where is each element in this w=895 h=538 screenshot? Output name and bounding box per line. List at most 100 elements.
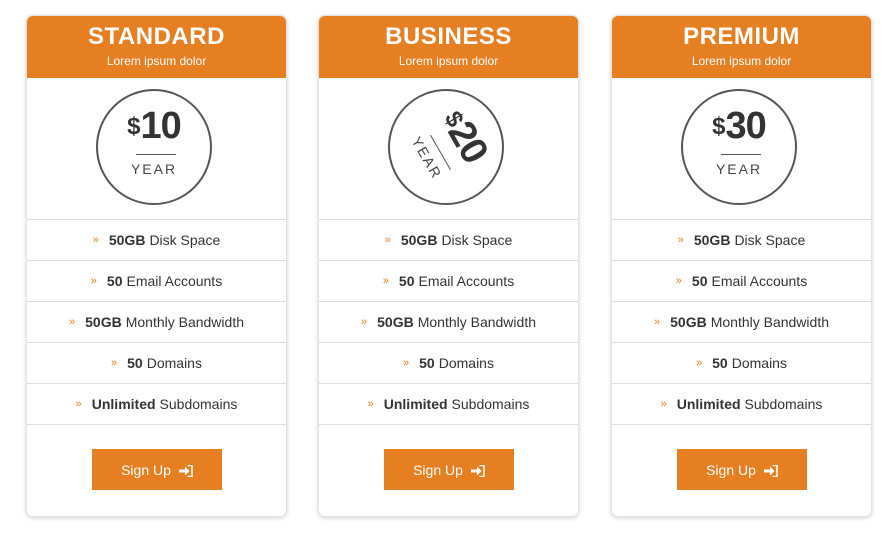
price-divider [721,154,761,155]
feature-item: » 50 Email Accounts [612,261,871,302]
sign-up-label: Sign Up [706,461,756,478]
feature-strong: 50 [106,273,123,289]
feature-text: Email Accounts [711,273,808,289]
feature-strong: 50GB [693,232,731,248]
sign-up-button[interactable]: Sign Up [677,449,807,490]
double-chevron-right-icon: » [367,398,374,410]
price-period: YEAR [130,161,178,177]
button-section: Sign Up [612,425,871,516]
double-chevron-right-icon: » [677,234,684,246]
feature-item: » 50GB Monthly Bandwidth [612,302,871,343]
button-section: Sign Up [27,425,286,516]
feature-item: » 50 Domains [612,343,871,384]
feature-item: » 50GB Disk Space [319,220,578,261]
double-chevron-right-icon: » [384,234,391,246]
feature-text: Domains [731,355,787,371]
feature-text: Email Accounts [418,273,515,289]
feature-strong: 50 [127,355,143,371]
sign-in-icon [763,464,778,477]
currency-symbol: $ [712,113,726,140]
double-chevron-right-icon: » [382,275,389,287]
feature-text: Subdomains [159,396,238,412]
double-chevron-right-icon: » [69,316,76,328]
plan-subtitle: Lorem ipsum dolor [398,54,499,68]
price-amount: $30 [683,105,795,148]
price-value: 30 [725,105,767,147]
price-section: $20 YEAR [319,78,578,220]
sign-up-label: Sign Up [413,461,463,478]
sign-in-icon [470,464,485,477]
feature-text: Monthly Bandwidth [417,314,536,330]
feature-strong: 50GB [400,232,438,248]
price-circle: $20 YEAR [388,89,504,205]
card-header: STANDARD Lorem ipsum dolor [27,16,286,78]
double-chevron-right-icon: » [75,398,82,410]
feature-strong: Unlimited [91,396,156,412]
double-chevron-right-icon: » [654,316,661,328]
double-chevron-right-icon: » [361,316,368,328]
feature-text: Monthly Bandwidth [125,314,244,330]
feature-text: Domains [146,355,202,371]
feature-item: » 50GB Disk Space [27,220,286,261]
feature-text: Disk Space [441,232,513,248]
feature-strong: 50GB [377,314,414,330]
feature-text: Disk Space [149,232,221,248]
feature-text: Subdomains [451,396,530,412]
plan-name: STANDARD [88,23,225,50]
feature-text: Subdomains [744,396,823,412]
pricing-card-business: BUSINESS Lorem ipsum dolor $20 YEAR » 50G… [318,15,579,517]
plan-name: PREMIUM [683,23,800,50]
feature-strong: 50 [691,273,708,289]
feature-strong: 50 [398,273,415,289]
price-divider [136,154,176,155]
feature-strong: 50GB [670,314,707,330]
feature-text: Email Accounts [126,273,223,289]
feature-strong: 50GB [85,314,122,330]
feature-item: » 50 Domains [27,343,286,384]
card-header: BUSINESS Lorem ipsum dolor [319,16,578,78]
price-value: 10 [140,105,182,147]
feature-item: » 50GB Monthly Bandwidth [319,302,578,343]
plan-subtitle: Lorem ipsum dolor [106,54,207,68]
price-amount: $10 [98,105,210,148]
feature-item: » Unlimited Subdomains [319,384,578,425]
pricing-card-standard: STANDARD Lorem ipsum dolor $10 YEAR » 50G… [26,15,287,517]
price-period: YEAR [715,161,763,177]
feature-item: » 50GB Disk Space [612,220,871,261]
sign-up-button[interactable]: Sign Up [384,449,514,490]
feature-strong: Unlimited [676,396,741,412]
double-chevron-right-icon: » [660,398,667,410]
double-chevron-right-icon: » [696,357,703,369]
double-chevron-right-icon: » [111,357,118,369]
feature-item: » 50 Email Accounts [27,261,286,302]
pricing-card-premium: PREMIUM Lorem ipsum dolor $30 YEAR » 50GB… [611,15,872,517]
feature-item: » 50 Email Accounts [319,261,578,302]
feature-item: » Unlimited Subdomains [27,384,286,425]
card-header: PREMIUM Lorem ipsum dolor [612,16,871,78]
feature-text: Disk Space [734,232,806,248]
sign-up-label: Sign Up [121,461,171,478]
double-chevron-right-icon: » [92,234,99,246]
feature-strong: 50 [712,355,728,371]
price-circle: $10 YEAR [96,89,212,205]
price-section: $30 YEAR [612,78,871,220]
double-chevron-right-icon: » [675,275,682,287]
plan-subtitle: Lorem ipsum dolor [691,54,792,68]
feature-item: » 50 Domains [319,343,578,384]
button-section: Sign Up [319,425,578,516]
sign-up-button[interactable]: Sign Up [92,449,222,490]
sign-in-icon [178,464,193,477]
currency-symbol: $ [127,113,141,140]
price-circle: $30 YEAR [681,89,797,205]
plan-name: BUSINESS [385,23,512,50]
feature-text: Monthly Bandwidth [710,314,829,330]
feature-strong: Unlimited [383,396,448,412]
double-chevron-right-icon: » [90,275,97,287]
price-section: $10 YEAR [27,78,286,220]
feature-item: » Unlimited Subdomains [612,384,871,425]
double-chevron-right-icon: » [403,357,410,369]
feature-item: » 50GB Monthly Bandwidth [27,302,286,343]
feature-text: Domains [438,355,494,371]
feature-strong: 50GB [108,232,146,248]
feature-strong: 50 [419,355,435,371]
